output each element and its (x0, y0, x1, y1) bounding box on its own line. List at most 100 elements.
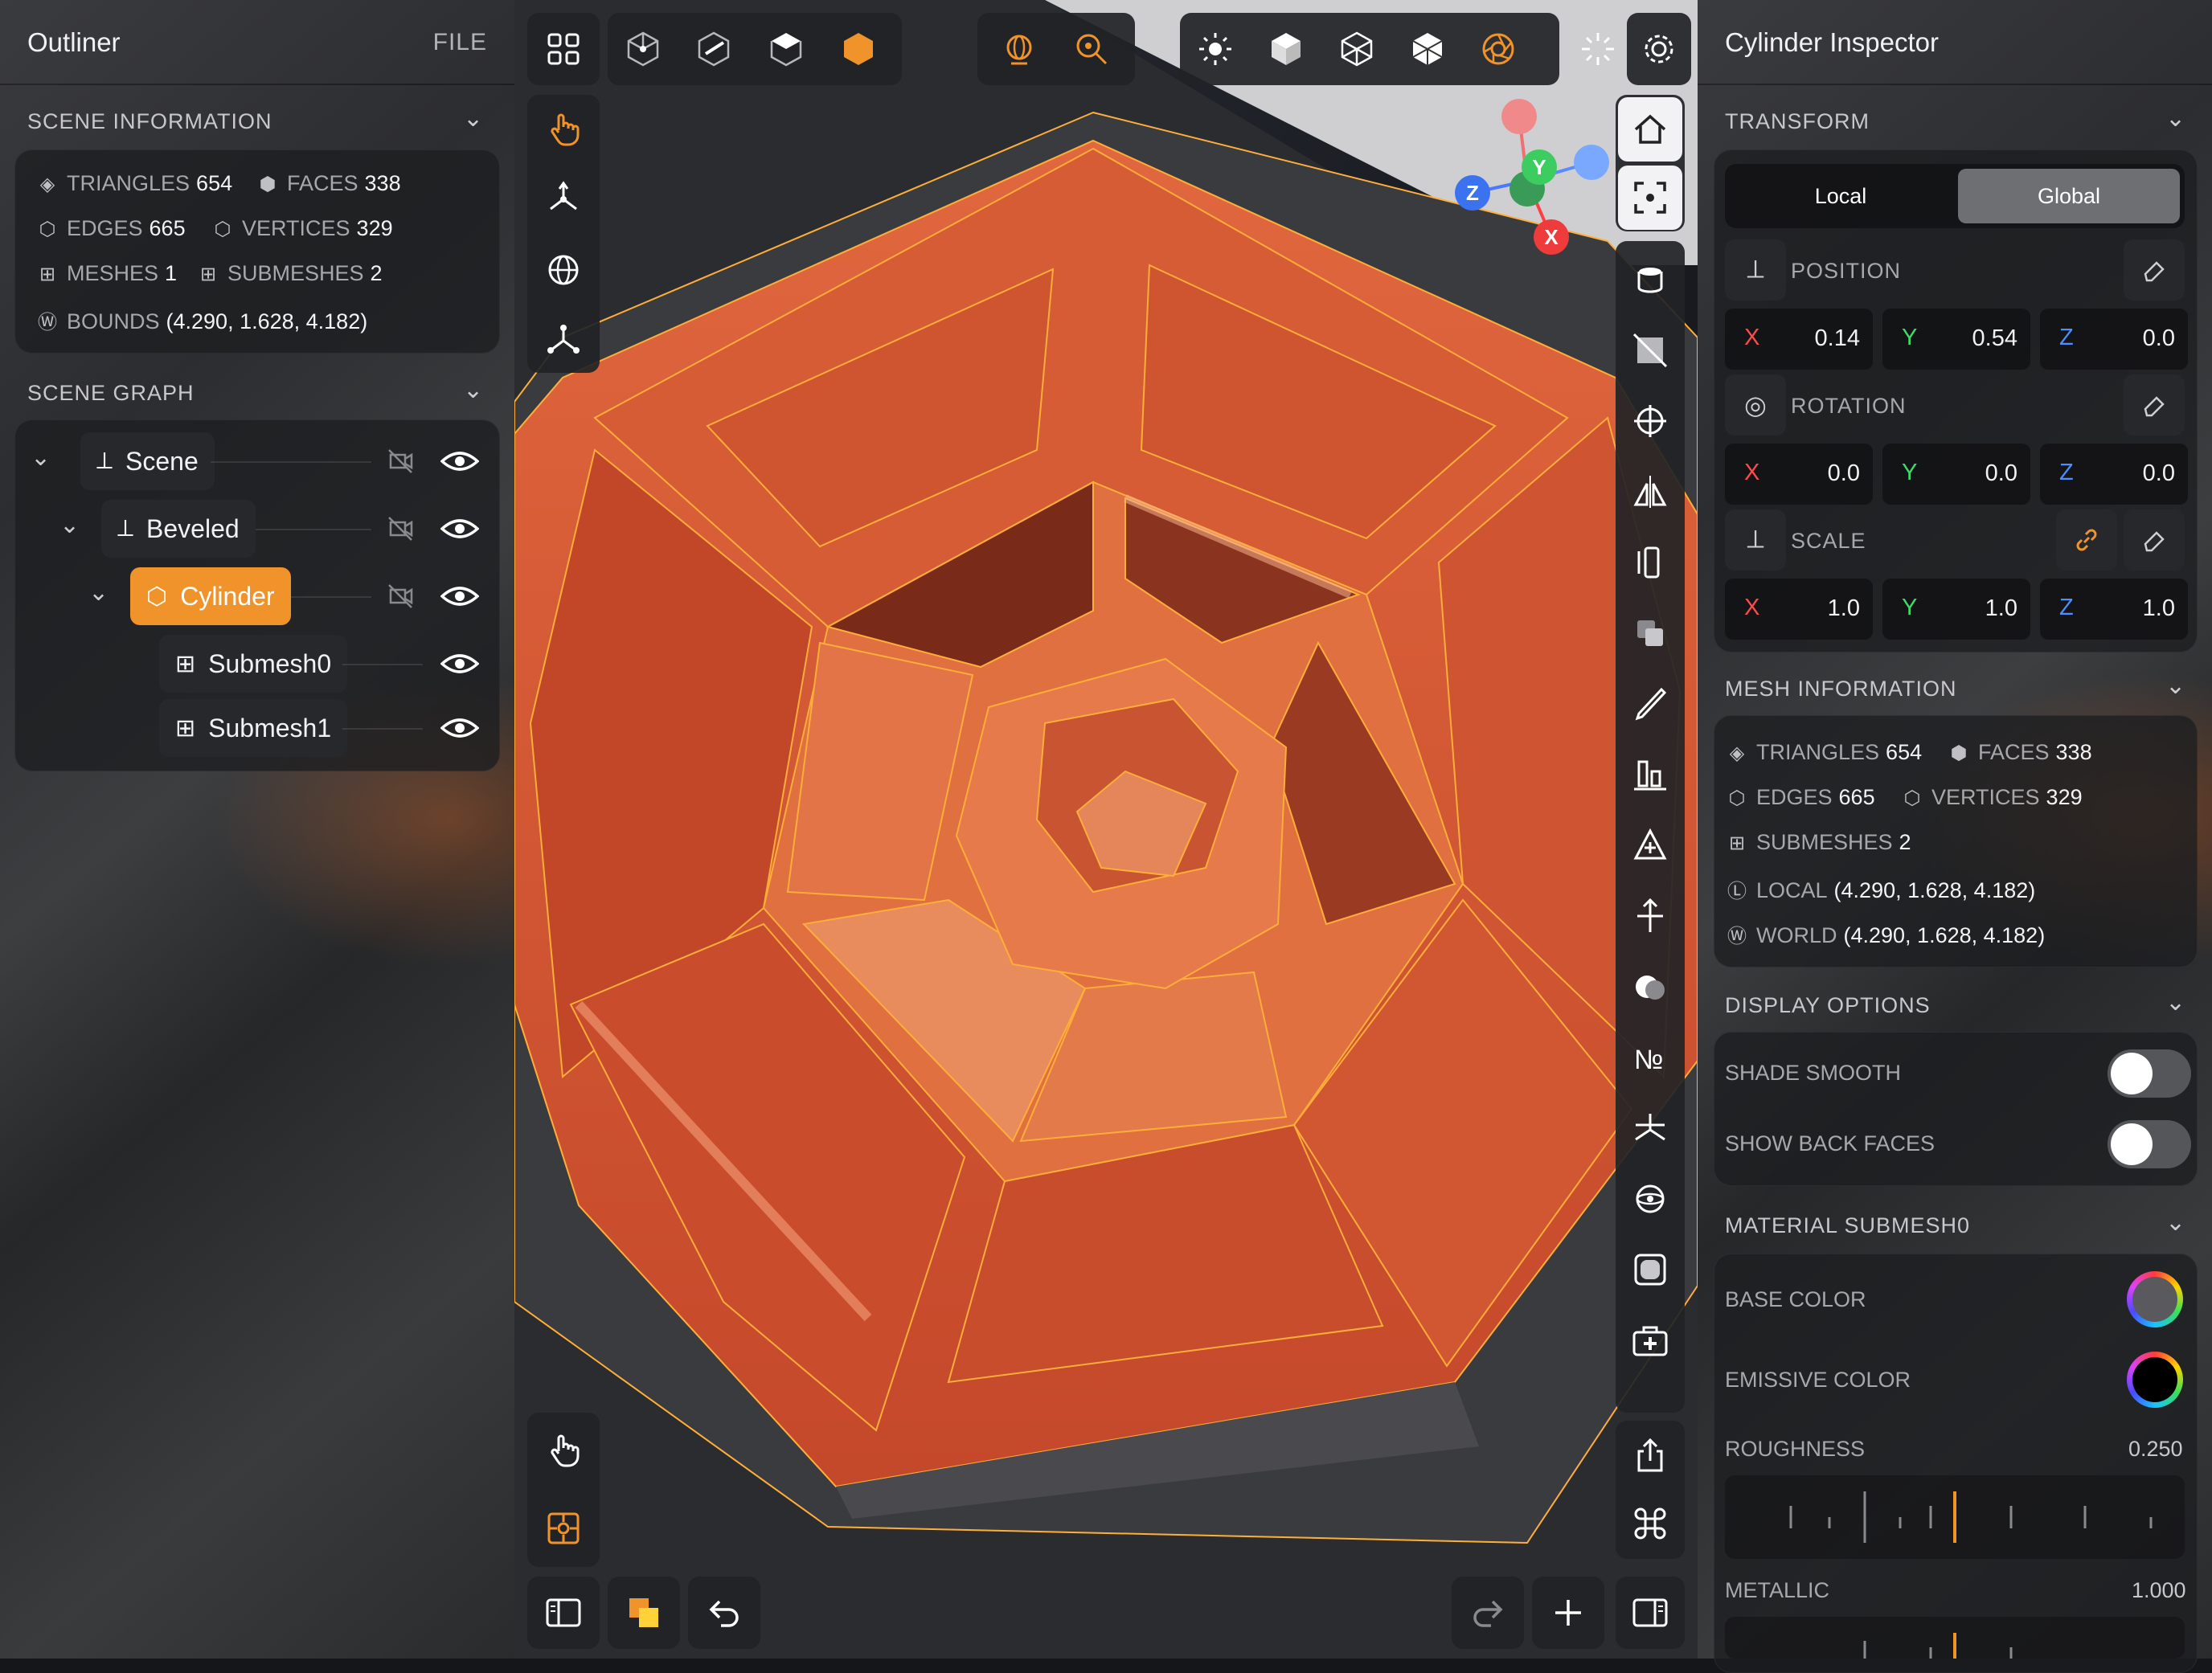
scene-graph-heading[interactable]: SCENE GRAPH (27, 381, 195, 406)
merge-tool-button[interactable] (1618, 1096, 1682, 1160)
command-palette-button[interactable] (1618, 1491, 1682, 1556)
position-y-field[interactable]: Y 0.54 (1882, 309, 2030, 370)
3d-viewport[interactable]: Z Y X № (514, 0, 1698, 1659)
display-options-heading[interactable]: DISPLAY OPTIONS (1725, 993, 1931, 1018)
scale-x-field[interactable]: X 1.0 (1725, 579, 1873, 640)
tree-node-scene[interactable]: ⟂ Scene (80, 432, 215, 490)
mesh-information-heading[interactable]: MESH INFORMATION (1725, 677, 1957, 702)
home-view-button[interactable] (1618, 97, 1682, 162)
lighting-button[interactable] (1183, 17, 1247, 81)
slice-tool-button[interactable] (1618, 318, 1682, 382)
hand-tool-button[interactable] (531, 96, 596, 161)
tree-node-submesh1[interactable]: ⊞ Submesh1 (159, 699, 348, 757)
mirror-tool-button[interactable] (1618, 460, 1682, 524)
scene-information-heading[interactable]: SCENE INFORMATION (27, 109, 272, 134)
transform-heading[interactable]: TRANSFORM (1725, 109, 1870, 134)
scale-y-field[interactable]: Y 1.0 (1882, 579, 2030, 640)
chevron-down-icon[interactable]: ⌄ (463, 376, 483, 404)
numbering-button[interactable]: № (1618, 1025, 1682, 1090)
reset-rotation-button[interactable] (2124, 374, 2185, 436)
shade-smooth-toggle[interactable] (2108, 1049, 2191, 1098)
axis-gizmo[interactable]: Z Y X (1431, 88, 1624, 265)
global-space-button[interactable]: Global (1958, 169, 2180, 223)
undo-button[interactable] (692, 1581, 756, 1645)
effects-button[interactable] (1566, 17, 1630, 81)
frame-selection-button[interactable] (1618, 166, 1682, 230)
xray-shading-button[interactable] (1395, 17, 1460, 81)
gizmo-neg-y[interactable] (1501, 99, 1537, 134)
camera-off-icon[interactable] (384, 580, 416, 612)
face-mode-button[interactable] (754, 17, 818, 81)
settings-button[interactable] (1627, 17, 1691, 81)
chevron-down-icon[interactable]: ⌄ (463, 104, 483, 133)
camera-off-icon[interactable] (384, 445, 416, 477)
metallic-slider[interactable] (1725, 1617, 2185, 1659)
eye-icon[interactable] (440, 517, 479, 540)
edge-mode-button[interactable] (682, 17, 746, 81)
rotation-z-field[interactable]: Z 0.0 (2040, 444, 2188, 505)
position-x-field[interactable]: X 0.14 (1725, 309, 1873, 370)
snap-target-button[interactable] (1059, 17, 1124, 81)
touch-gesture-button[interactable] (531, 1417, 596, 1482)
snap-grid-button[interactable] (531, 1496, 596, 1561)
share-button[interactable] (1618, 1424, 1682, 1488)
chevron-down-icon[interactable]: ⌄ (2165, 1209, 2185, 1237)
tree-node-submesh0[interactable]: ⊞ Submesh0 (159, 635, 348, 693)
chevron-down-icon[interactable]: ⌄ (31, 444, 51, 472)
chevron-down-icon[interactable]: ⌄ (2165, 672, 2185, 700)
roughness-slider[interactable] (1725, 1475, 2185, 1559)
vertex-mode-button[interactable] (611, 17, 675, 81)
cylinder-primitive-button[interactable] (1618, 247, 1682, 312)
show-back-faces-toggle[interactable] (2108, 1120, 2191, 1168)
reset-position-button[interactable] (2124, 239, 2185, 301)
tree-node-beveled[interactable]: ⟂ Beveled (101, 500, 256, 558)
base-color-well[interactable] (2127, 1271, 2183, 1327)
add-triangle-button[interactable] (1618, 813, 1682, 877)
tree-node-cylinder[interactable]: ⬡ Cylinder (130, 567, 291, 625)
align-tool-button[interactable] (1618, 742, 1682, 807)
extrude-tool-button[interactable] (1618, 530, 1682, 595)
local-space-button[interactable]: Local (1730, 169, 1952, 223)
camera-off-icon[interactable] (384, 513, 416, 545)
chevron-down-icon[interactable]: ⌄ (59, 511, 80, 539)
file-menu-button[interactable]: FILE (433, 29, 487, 56)
redo-button[interactable] (1456, 1581, 1520, 1645)
chevron-down-icon[interactable]: ⌄ (2165, 988, 2185, 1016)
solid-shading-button[interactable] (1254, 17, 1318, 81)
link-scale-button[interactable] (2056, 509, 2117, 571)
rotation-y-field[interactable]: Y 0.0 (1882, 444, 2030, 505)
offset-tool-button[interactable] (1618, 884, 1682, 948)
object-mode-button[interactable] (826, 17, 891, 81)
position-z-field[interactable]: Z 0.0 (2040, 309, 2188, 370)
duplicate-tool-button[interactable] (1618, 601, 1682, 665)
emissive-color-well[interactable] (2127, 1352, 2183, 1408)
toggle-right-panel-button[interactable] (1618, 1581, 1682, 1645)
grid-layout-button[interactable] (531, 17, 596, 81)
layers-button[interactable] (612, 1581, 676, 1645)
pivot-tool-button[interactable] (1618, 389, 1682, 453)
eye-icon[interactable] (440, 585, 479, 607)
move-tool-button[interactable] (531, 167, 596, 231)
chevron-down-icon[interactable]: ⌄ (2165, 104, 2185, 133)
orbit-tool-button[interactable] (1618, 1167, 1682, 1231)
boolean-tool-button[interactable] (1618, 955, 1682, 1019)
add-object-button[interactable] (1536, 1581, 1600, 1645)
material-preview-button[interactable] (1618, 1237, 1682, 1302)
gizmo-neg-z[interactable] (1574, 145, 1609, 180)
globe-pivot-button[interactable] (987, 17, 1051, 81)
chevron-down-icon[interactable]: ⌄ (88, 579, 109, 607)
toggle-left-panel-button[interactable] (531, 1581, 596, 1645)
scale-tool-button[interactable] (531, 309, 596, 373)
rotation-x-field[interactable]: X 0.0 (1725, 444, 1873, 505)
eye-icon[interactable] (440, 450, 479, 472)
scale-z-field[interactable]: Z 1.0 (2040, 579, 2188, 640)
material-heading[interactable]: MATERIAL SUBMESH0 (1725, 1213, 1970, 1238)
eye-icon[interactable] (440, 717, 479, 739)
toolkit-button[interactable] (1618, 1308, 1682, 1372)
reset-scale-button[interactable] (2124, 509, 2185, 571)
rotate-tool-button[interactable] (531, 238, 596, 302)
eye-icon[interactable] (440, 652, 479, 675)
wireframe-shading-button[interactable] (1325, 17, 1389, 81)
knife-tool-button[interactable] (1618, 672, 1682, 736)
render-shading-button[interactable] (1466, 17, 1530, 81)
